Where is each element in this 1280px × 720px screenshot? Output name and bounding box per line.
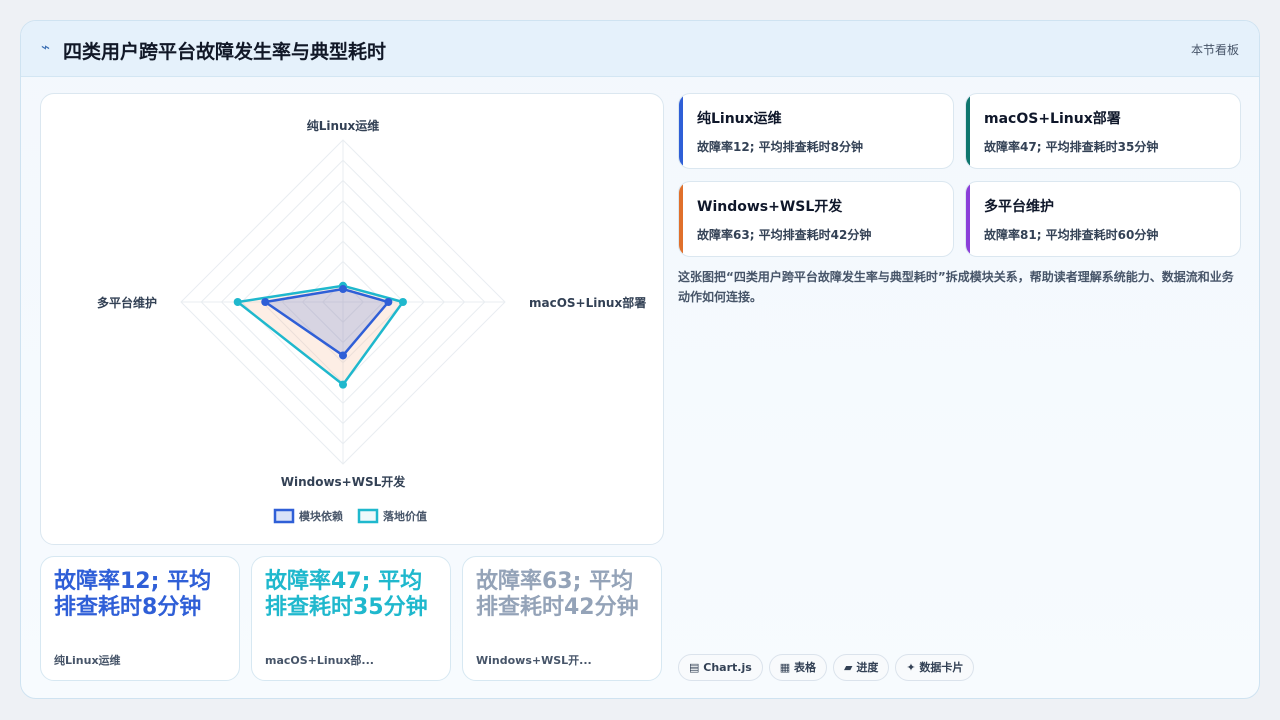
info-card-title: 多平台维护 — [984, 199, 1054, 215]
progress-icon: ▰ — [844, 661, 853, 674]
stat-card-value: 故障率63; 平均排查耗时42分钟 — [476, 569, 639, 620]
stat-card-value: 故障率47; 平均排查耗时35分钟 — [265, 569, 428, 620]
radar-axis-label: 多平台维护 — [97, 295, 157, 310]
info-card-desc: 故障率81; 平均排查耗时60分钟 — [984, 228, 1159, 242]
radar-data-point — [261, 298, 270, 306]
panel-title: 四类用户跨平台故障发生率与典型耗时 — [63, 41, 387, 63]
tag-label: 数据卡片 — [919, 661, 964, 674]
chart-icon: ▤ — [689, 661, 700, 674]
stat-card-label: macOS+Linux部... — [265, 654, 374, 667]
chart-description: 这张图把“四类用户跨平台故障发生率与典型耗时”拆成模块关系，帮助读者理解系统能力… — [678, 270, 1234, 304]
stat-card-label: Windows+WSL开... — [476, 654, 592, 667]
radar-axis-label: macOS+Linux部署 — [529, 295, 646, 310]
info-card-multiplatform: 多平台维护 故障率81; 平均排查耗时60分钟 — [965, 181, 1241, 257]
info-card-windows: Windows+WSL开发 故障率63; 平均排查耗时42分钟 — [678, 181, 954, 257]
tag-label: 进度 — [856, 661, 879, 674]
info-card-macos: macOS+Linux部署 故障率47; 平均排查耗时35分钟 — [965, 93, 1241, 169]
info-card-desc: 故障率47; 平均排查耗时35分钟 — [984, 140, 1159, 154]
stat-card-linux: 故障率12; 平均排查耗时8分钟 纯Linux运维 — [40, 556, 240, 681]
tag-progress[interactable]: ▰ 进度 — [833, 654, 890, 681]
tag-table[interactable]: ▦ 表格 — [768, 654, 828, 681]
radar-axis-label: Windows+WSL开发 — [281, 474, 407, 489]
radar-data-point — [339, 380, 347, 389]
legend-swatch — [273, 508, 295, 524]
info-card-desc: 故障率12; 平均排查耗时8分钟 — [697, 140, 864, 154]
radar-data-point — [233, 298, 242, 306]
tag-label: 表格 — [794, 661, 817, 674]
dashboard-panel: ⌁ 四类用户跨平台故障发生率与典型耗时 本节看板 纯Linux运维 macOS+L… — [20, 20, 1260, 699]
table-icon: ▦ — [779, 661, 791, 674]
legend-label: 落地价值 — [383, 509, 427, 523]
radar-data-point — [339, 285, 347, 294]
chart-line-icon: ⌁ — [41, 38, 51, 56]
info-card-title: Windows+WSL开发 — [697, 199, 843, 215]
stat-card-macos: 故障率47; 平均排查耗时35分钟 macOS+Linux部... — [251, 556, 451, 681]
info-card-title: macOS+Linux部署 — [984, 111, 1121, 127]
legend-swatch — [357, 508, 379, 524]
info-card-linux: 纯Linux运维 故障率12; 平均排查耗时8分钟 — [678, 93, 954, 169]
stat-card-label: 纯Linux运维 — [54, 654, 121, 667]
radar-data-point — [384, 298, 393, 306]
legend-label: 模块依赖 — [299, 509, 343, 523]
radar-axis-label: 纯Linux运维 — [307, 118, 380, 133]
panel-header: ⌁ 四类用户跨平台故障发生率与典型耗时 本节看板 — [21, 21, 1259, 77]
tag-list: ▤ Chart.js ▦ 表格 ▰ 进度 ✦ 数据卡片 — [678, 654, 980, 681]
radar-data-point — [398, 298, 407, 306]
radar-data-point — [339, 351, 347, 360]
radar-chart-panel: 纯Linux运维 macOS+Linux部署 Windows+WSL开发 多平台维护模… — [40, 93, 664, 545]
tag-label: Chart.js — [703, 661, 752, 674]
info-card-desc: 故障率63; 平均排查耗时42分钟 — [697, 228, 872, 242]
info-card-title: 纯Linux运维 — [697, 111, 782, 127]
stat-card-windows: 故障率63; 平均排查耗时42分钟 Windows+WSL开... — [462, 556, 662, 681]
stat-card-value: 故障率12; 平均排查耗时8分钟 — [54, 569, 212, 620]
tag-chartjs[interactable]: ▤ Chart.js — [678, 654, 763, 681]
sparkle-icon: ✦ — [906, 661, 916, 674]
radar-chart: 纯Linux运维 macOS+Linux部署 Windows+WSL开发 多平台维护模… — [97, 118, 646, 524]
section-board-label: 本节看板 — [1190, 43, 1239, 57]
tag-data-card[interactable]: ✦ 数据卡片 — [895, 654, 975, 681]
